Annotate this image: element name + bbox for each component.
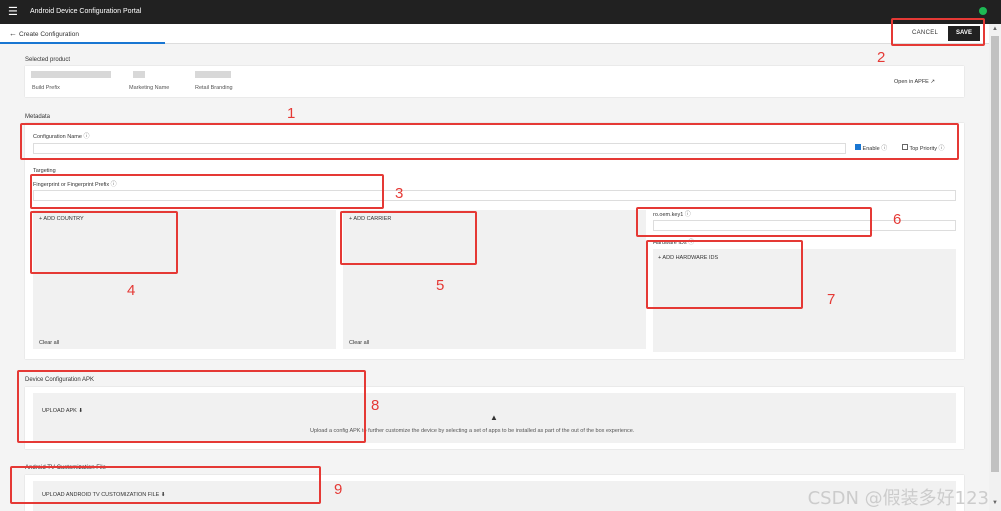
annotation-box-1: [20, 123, 959, 160]
watermark: CSDN @假装多好123: [807, 488, 989, 509]
scrollbar-thumb[interactable]: [991, 36, 999, 472]
selected-product-card: Build Prefix Marketing Name Retail Brand…: [25, 66, 964, 97]
annotation-label-8: 8: [371, 397, 380, 414]
annotation-box-7: [646, 240, 803, 309]
warning-icon: ▲: [490, 413, 498, 422]
retail-branding-label: Retail Branding: [195, 85, 233, 91]
app-title: Android Device Configuration Portal: [30, 8, 142, 15]
menu-icon[interactable]: ☰: [8, 5, 18, 19]
annotation-box-9: [10, 466, 321, 504]
build-prefix-label: Build Prefix: [32, 85, 60, 91]
progress-indicator: [0, 42, 165, 44]
retail-branding-value: [195, 71, 231, 78]
annotation-box-5: [340, 211, 477, 265]
annotation-label-9: 9: [334, 481, 343, 498]
annotation-label-5: 5: [436, 277, 445, 294]
back-arrow-icon[interactable]: ←: [9, 28, 17, 40]
status-dot-icon: [979, 7, 987, 15]
marketing-name-value: [133, 71, 145, 78]
annotation-box-2: [891, 18, 985, 46]
selected-product-heading: Selected product: [25, 57, 71, 63]
annotation-label-7: 7: [827, 291, 836, 308]
clear-all-carrier-button[interactable]: Clear all: [349, 339, 369, 347]
annotation-box-8: [17, 370, 366, 443]
scroll-up-icon[interactable]: ▲: [992, 26, 998, 32]
metadata-heading: Metadata: [25, 114, 51, 120]
sub-header: ← Create Configuration: [0, 24, 989, 44]
clear-all-country-button[interactable]: Clear all: [39, 339, 59, 347]
open-external-icon: ↗: [930, 79, 935, 85]
page-scrollbar[interactable]: ▲ ▼: [989, 24, 1001, 511]
annotation-box-6: [636, 207, 872, 237]
annotation-label-2: 2: [877, 49, 886, 66]
annotation-label-1: 1: [287, 105, 296, 122]
page-title: Create Configuration: [19, 31, 79, 38]
annotation-label-4: 4: [127, 282, 136, 299]
scroll-down-icon[interactable]: ▼: [992, 500, 998, 506]
open-in-apfe-link[interactable]: Open in APFE ↗: [894, 78, 935, 86]
annotation-label-3: 3: [395, 185, 404, 202]
annotation-box-3: [30, 174, 384, 209]
build-prefix-value: [31, 71, 111, 78]
top-app-bar: ☰ Android Device Configuration Portal: [0, 0, 1001, 24]
marketing-name-label: Marketing Name: [129, 85, 170, 91]
annotation-label-6: 6: [893, 211, 902, 228]
open-in-apfe-label: Open in APFE: [894, 79, 929, 85]
annotation-box-4: [30, 211, 178, 274]
